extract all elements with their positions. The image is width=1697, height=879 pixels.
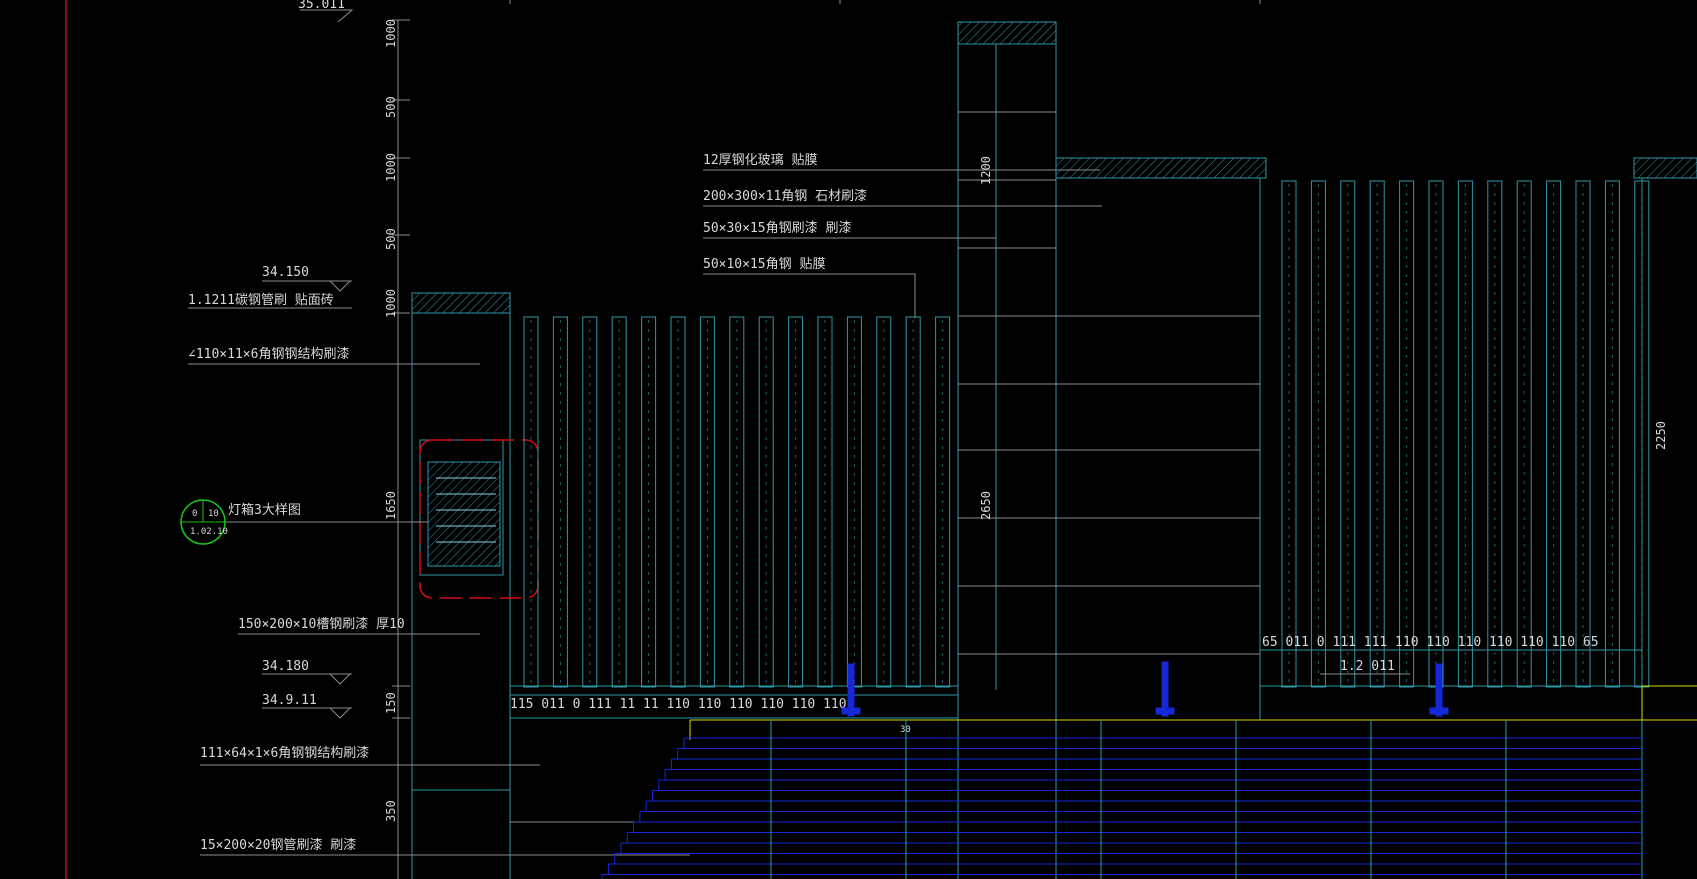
dim-mid-2650: 2650	[979, 491, 993, 520]
tall-column	[957, 21, 1260, 879]
light-box-detail	[419, 439, 539, 599]
elevation-text-1: 34.150	[262, 265, 309, 280]
dim-mid-1200: 1200	[979, 156, 993, 185]
ground-stepped-base	[601, 737, 1642, 879]
tiny-label: 30	[900, 725, 911, 735]
note-left-3: 150×200×10槽钢刷漆 厚10	[238, 616, 405, 632]
dim-350: 350	[384, 800, 398, 822]
left-dimension-line	[392, 19, 410, 879]
dim-1650: 1650	[384, 491, 398, 520]
louver-blades-right	[1281, 180, 1650, 688]
dim-1000-c: 1000	[384, 289, 398, 318]
note-top-4: 50×10×15角钢 贴膜	[703, 257, 825, 272]
dim-string-left: 115 011 0 111 11 11 110 110 110 110 110 …	[510, 697, 847, 712]
left-dimension-texts: 1000 500 1000 500 1000 1650 150 350	[384, 19, 398, 822]
top-ticks	[509, 0, 1261, 4]
dim-right-2250: 2250	[1654, 421, 1668, 450]
dim-1000-b: 1000	[384, 153, 398, 182]
left-notes: 1.1211碳钢管刷 贴面砖 ∠110×11×6角钢钢结构刷漆 150×200×…	[188, 293, 690, 856]
note-top-1: 12厚钢化玻璃 贴膜	[703, 153, 817, 168]
left-column	[411, 292, 511, 879]
callout-top-right: 10	[208, 509, 219, 519]
small-label: 1.2 011	[1340, 659, 1395, 674]
note-left-1: 1.1211碳钢管刷 贴面砖	[188, 293, 334, 308]
dim-1000-a: 1000	[384, 19, 398, 48]
ground-verticals	[770, 720, 1507, 879]
callout-bottom: 1.02.10	[190, 527, 228, 537]
cad-drawing-canvas[interactable]: 1000 500 1000 500 1000 1650 150 350 35.0…	[0, 0, 1697, 879]
elevation-text-3: 34.9.11	[262, 693, 317, 708]
note-top-2: 200×300×11角钢 石材刷漆	[703, 188, 867, 204]
callout-top-left: 0	[192, 509, 197, 519]
note-left-4: 111×64×1×6角钢钢结构刷漆	[200, 745, 369, 761]
dim-150: 150	[384, 692, 398, 714]
grade-line	[689, 685, 1697, 740]
note-left-2: ∠110×11×6角钢钢结构刷漆	[188, 346, 349, 362]
note-top-3: 50×30×15角钢刷漆 刷漆	[703, 220, 851, 236]
top-notes: 12厚钢化玻璃 贴膜 200×300×11角钢 石材刷漆 50×30×15角钢刷…	[703, 153, 1102, 318]
dim-string-right: 65 011 0 111 111 110 110 110 110 110 110…	[1262, 635, 1599, 650]
elevation-text-2: 34.180	[262, 659, 309, 674]
note-left-5: 15×200×20钢管刷漆 刷漆	[200, 837, 356, 853]
dim-500-b: 500	[384, 228, 398, 250]
dim-500-a: 500	[384, 96, 398, 118]
louver-blades-left	[523, 316, 951, 688]
callout-label: 灯箱3大样图	[228, 502, 301, 518]
